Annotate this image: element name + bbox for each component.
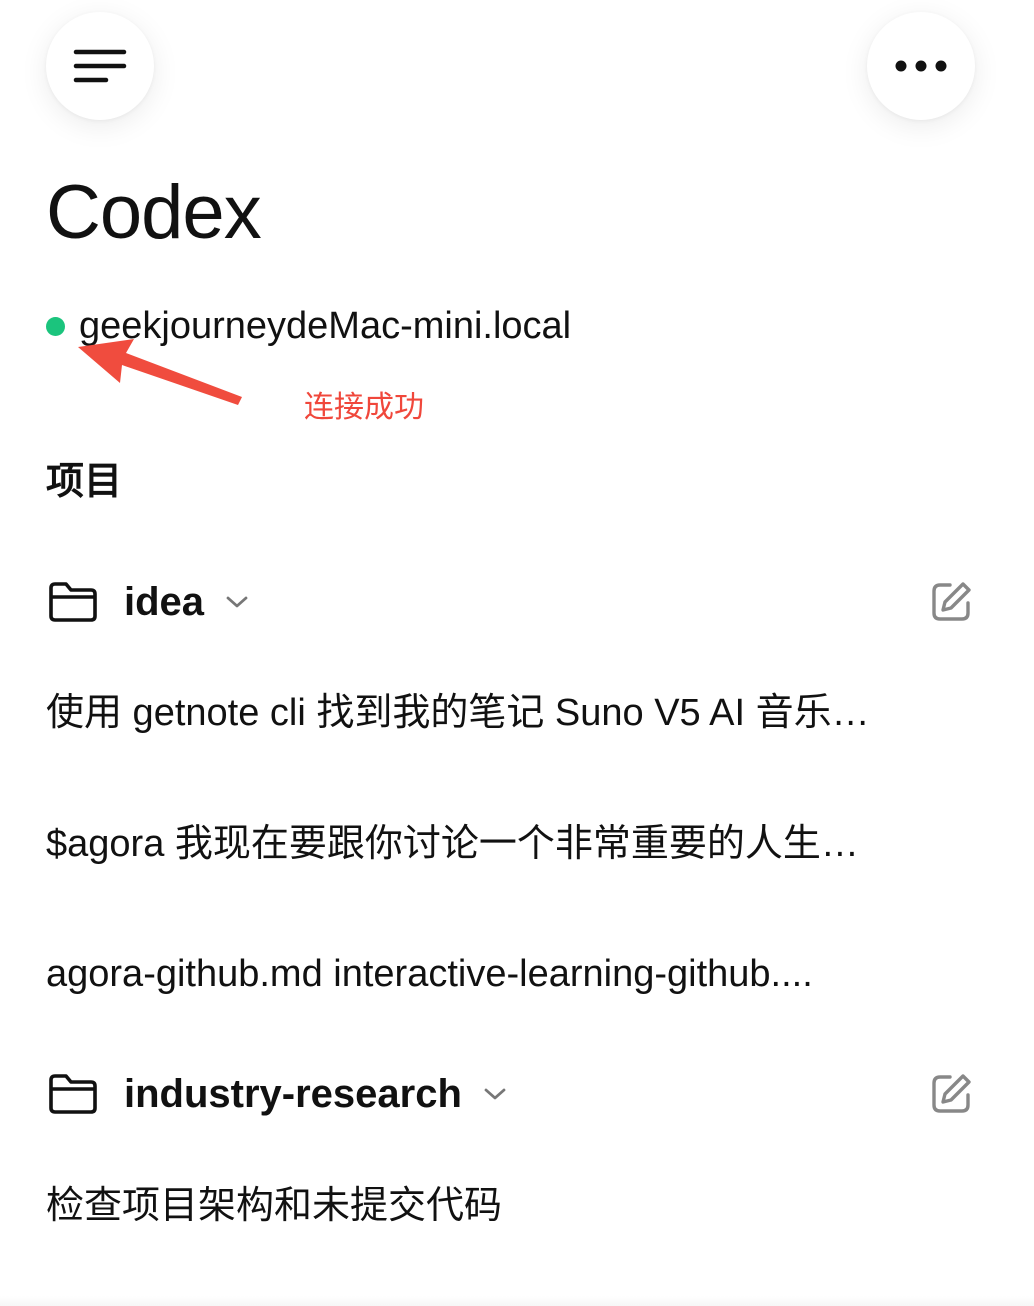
- chevron-down-icon[interactable]: [224, 592, 250, 612]
- edit-icon[interactable]: [928, 579, 974, 625]
- bottom-fade: [0, 1296, 1034, 1306]
- project-row-idea[interactable]: idea: [46, 567, 976, 637]
- thread-item[interactable]: agora-github.md interactive-learning-git…: [46, 950, 946, 998]
- more-horizontal-icon: [895, 60, 947, 72]
- page-title: Codex: [46, 170, 262, 255]
- chevron-down-icon[interactable]: [482, 1084, 508, 1104]
- annotation-arrow-icon: [78, 339, 242, 405]
- project-name: industry-research: [124, 1071, 462, 1116]
- annotation-label: 连接成功: [304, 391, 424, 424]
- more-options-button[interactable]: [867, 12, 975, 120]
- hamburger-menu-icon: [73, 49, 127, 83]
- projects-heading: 项目: [46, 461, 123, 503]
- folder-icon: [46, 580, 100, 624]
- project-row-industry-research[interactable]: industry-research: [46, 1059, 976, 1129]
- folder-icon: [46, 1072, 100, 1116]
- edit-icon[interactable]: [928, 1071, 974, 1117]
- thread-item[interactable]: 检查项目架构和未提交代码: [46, 1182, 946, 1230]
- menu-button[interactable]: [46, 12, 154, 120]
- thread-item[interactable]: $agora 我现在要跟你讨论一个非常重要的人生…: [46, 820, 946, 868]
- project-name: idea: [124, 579, 205, 624]
- thread-item[interactable]: 使用 getnote cli 找到我的笔记 Suno V5 AI 音乐…: [46, 689, 946, 737]
- connection-status-dot: [46, 317, 65, 336]
